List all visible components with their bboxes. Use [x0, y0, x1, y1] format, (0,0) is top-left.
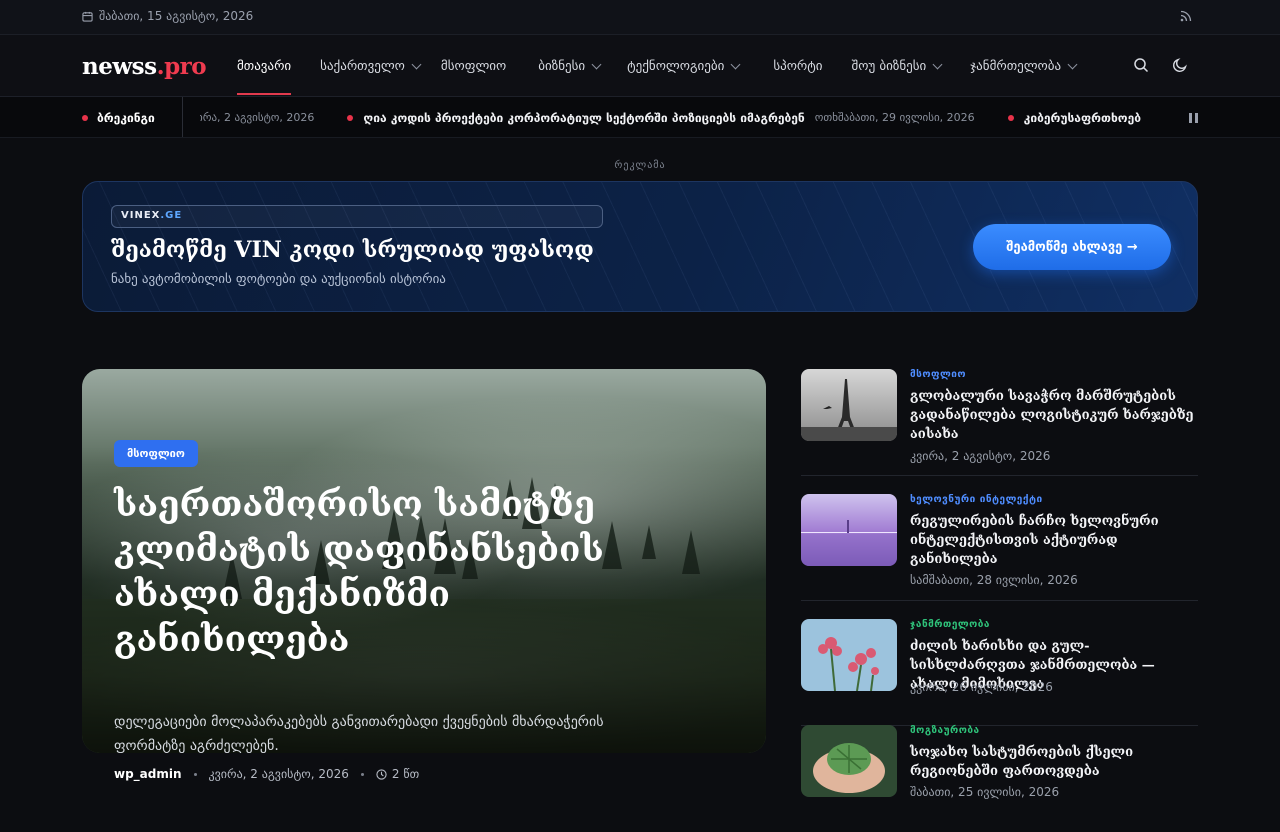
- meta-separator: [193, 772, 197, 776]
- main-header: newss.pro მთავარი საქართველო მსოფლიო ბიზნეს…: [0, 35, 1280, 97]
- ticker-headline[interactable]: კიბერუსაფრთხოებ: [1007, 110, 1141, 125]
- article-category[interactable]: ჯანმრთელობა: [910, 619, 990, 630]
- ad-cta-button[interactable]: შეამოწმე ახლავე →: [973, 224, 1171, 270]
- ad-brand-name: VINEX: [121, 210, 161, 221]
- date-text: შაბათი, 15 აგვისტო, 2026: [99, 9, 254, 23]
- calendar-icon: [82, 11, 93, 22]
- divider: [801, 600, 1198, 601]
- article-date: კვირა, 26 ივლისი, 2026: [910, 680, 1053, 694]
- divider: [801, 475, 1198, 476]
- pause-icon[interactable]: [1189, 113, 1199, 123]
- side-article-card[interactable]: ჯანმრთელობა ძილის ხარისხი და გულ-სისხლძარ…: [801, 619, 1198, 726]
- rss-icon[interactable]: [1180, 10, 1192, 22]
- nav-item[interactable]: ჯანმრთელობა: [970, 35, 1080, 97]
- ad-title: შეამოწმე VIN კოდი სრულიად უფასოდ: [111, 237, 594, 263]
- nav-item-label: სპორტი: [773, 58, 823, 74]
- ticker-dot: [1007, 114, 1014, 121]
- top-bar: შაბათი, 15 აგვისტო, 2026: [0, 0, 1280, 35]
- nav-item-label: შოუ ბიზნესი: [851, 58, 927, 74]
- read-time: 2 წთ: [376, 767, 419, 781]
- current-date: შაბათი, 15 აგვისტო, 2026: [82, 9, 253, 23]
- ticker-date: ირა, 2 აგვისტო, 2026: [200, 111, 315, 124]
- nav-item[interactable]: მთავარი: [237, 35, 295, 97]
- article-thumbnail[interactable]: [801, 725, 897, 797]
- ticker-headline-text: კიბერუსაფრთხოებ: [1023, 110, 1141, 125]
- ad-brand: VINEX.GE: [111, 205, 603, 228]
- site-logo[interactable]: newss.pro: [82, 53, 207, 80]
- breaking-label: ბრეკინგი: [82, 97, 183, 137]
- article-title[interactable]: სოჯახო სასტუმროების ქსელი რეგიონებში ფარ…: [910, 743, 1200, 781]
- search-icon[interactable]: [1133, 57, 1149, 73]
- article-thumbnail[interactable]: [801, 369, 897, 441]
- hero-meta: wp_admin კვირა, 2 აგვისტო, 2026 2 წთ: [114, 767, 419, 781]
- side-article-card[interactable]: ხელოვნური ინტელექტი რეგულირების ჩარჩო ხელ…: [801, 494, 1198, 601]
- ad-label: რეკლამა: [614, 160, 666, 171]
- nav-item[interactable]: სპორტი: [773, 35, 826, 97]
- clock-icon: [376, 768, 387, 780]
- dark-mode-icon[interactable]: [1172, 57, 1188, 73]
- hero-excerpt: დელეგაციები მოლაპარაკებებს განვითარებადი…: [114, 714, 604, 753]
- side-article-card[interactable]: მსოფლიო გლობალური სავაჭრო მარშრუტების გად…: [801, 369, 1198, 476]
- article-date: შაბათი, 25 ივლისი, 2026: [910, 785, 1060, 799]
- chevron-down-icon: [932, 59, 943, 69]
- breaking-label-text: ბრეკინგი: [97, 110, 155, 125]
- nav-item[interactable]: მსოფლიო: [441, 35, 510, 97]
- nav-item[interactable]: საქართველო: [320, 35, 424, 97]
- article-category[interactable]: მოგზაურობა: [910, 725, 980, 736]
- article-title[interactable]: რეგულირების ჩარჩო ხელოვნური ინტელექტისთვ…: [910, 512, 1200, 569]
- ad-subtitle: ნახე ავტომობილის ფოტოები და აუქციონის ის…: [111, 272, 446, 287]
- nav-item-label: ჯანმრთელობა: [970, 58, 1062, 74]
- author-name[interactable]: wp_admin: [114, 767, 182, 781]
- live-dot: [82, 114, 88, 121]
- logo-text: newss: [82, 53, 157, 80]
- nav-item-label: მთავარი: [237, 58, 292, 74]
- nav-item[interactable]: შოუ ბიზნესი: [852, 35, 946, 97]
- chevron-down-icon: [591, 59, 602, 69]
- chevron-down-icon: [1067, 59, 1078, 69]
- article-thumbnail[interactable]: [801, 494, 897, 566]
- nav-item-label: ტექნოლოგიები: [627, 58, 725, 74]
- ad-brand-tld: .GE: [160, 210, 183, 221]
- nav-item[interactable]: ტექნოლოგიები: [627, 35, 743, 97]
- article-category[interactable]: ხელოვნური ინტელექტი: [910, 494, 1043, 505]
- read-time-text: 2 წთ: [391, 767, 420, 781]
- article-date: სამშაბათი, 28 ივლისი, 2026: [910, 573, 1078, 587]
- breaking-ticker: ბრეკინგი ირა, 2 აგვისტო, 2026 ღია კოდის …: [0, 97, 1280, 138]
- hero-article[interactable]: მსოფლიო საერთაშორისო სამიტზე კლიმატის და…: [82, 369, 766, 753]
- article-date: კვირა, 2 აგვისტო, 2026: [910, 449, 1051, 463]
- nav-item-label: მსოფლიო: [440, 58, 507, 74]
- chevron-down-icon: [730, 59, 741, 69]
- ticker-track: ირა, 2 აგვისტო, 2026 ღია კოდის პროექტები…: [200, 97, 1178, 137]
- article-title[interactable]: გლობალური სავაჭრო მარშრუტების გადანაწილე…: [910, 387, 1200, 444]
- side-article-card[interactable]: მოგზაურობა სოჯახო სასტუმროების ქსელი რეგი…: [801, 725, 1198, 832]
- article-category[interactable]: მსოფლიო: [910, 369, 966, 380]
- logo-accent: .pro: [156, 53, 207, 80]
- article-thumbnail[interactable]: [801, 619, 897, 691]
- hero-title[interactable]: საერთაშორისო სამიტზე კლიმატის დაფინანსებ…: [114, 482, 634, 662]
- nav-item-label: ბიზნესი: [538, 58, 586, 74]
- ticker-date: ოთხშაბათი, 29 ივლისი, 2026: [814, 111, 975, 124]
- ad-banner[interactable]: VINEX.GE შეამოწმე VIN კოდი სრულიად უფასო…: [82, 181, 1198, 312]
- nav-item-label: საქართველო: [320, 58, 405, 74]
- hero-category-badge[interactable]: მსოფლიო: [114, 440, 198, 467]
- chevron-down-icon: [411, 59, 422, 69]
- ticker-headline[interactable]: ღია კოდის პროექტები კორპორატიულ სექტორში…: [347, 110, 805, 125]
- ticker-dot: [347, 114, 354, 121]
- main-nav: მთავარი საქართველო მსოფლიო ბიზნესი ტექნოლოგი…: [237, 35, 1080, 97]
- nav-item[interactable]: ბიზნესი: [538, 35, 604, 97]
- ticker-headline-text: ღია კოდის პროექტები კორპორატიულ სექტორში…: [363, 110, 805, 125]
- hero-date: კვირა, 2 აგვისტო, 2026: [208, 767, 349, 781]
- meta-separator: [360, 772, 364, 776]
